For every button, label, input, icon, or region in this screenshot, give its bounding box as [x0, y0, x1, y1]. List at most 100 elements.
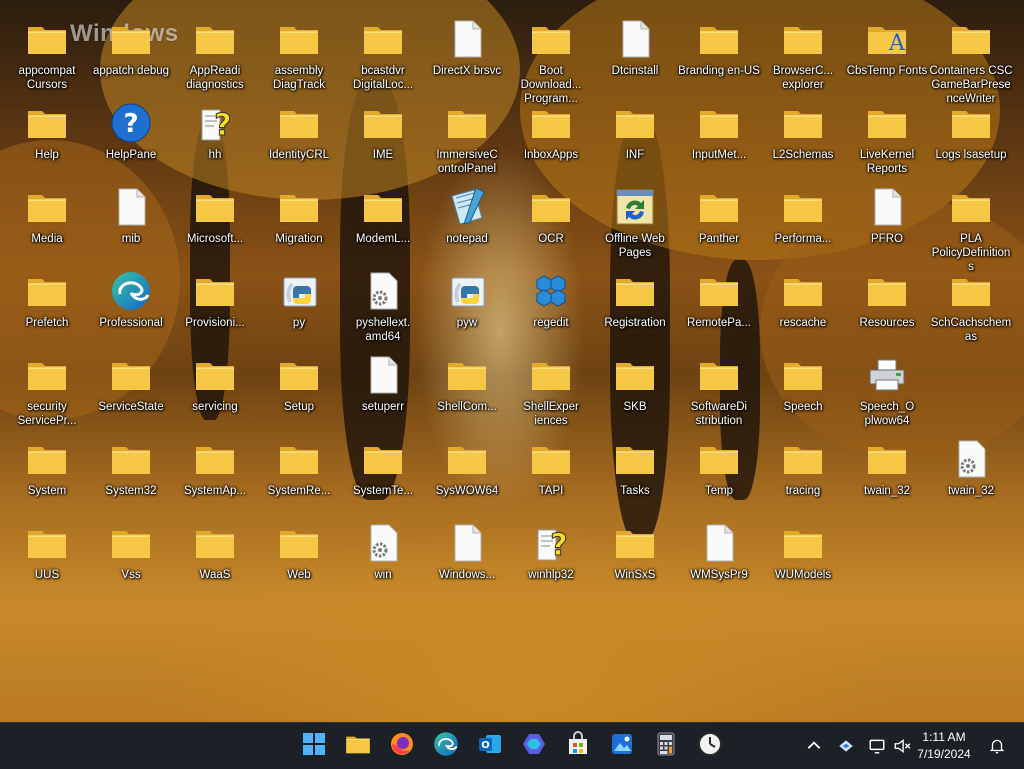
desktop-icon[interactable]: Logs lsasetup [929, 86, 1013, 170]
desktop-icon[interactable]: ServiceState [89, 338, 173, 422]
desktop-icon[interactable]: InboxApps [509, 86, 593, 170]
desktop-icon[interactable]: ? hh [173, 86, 257, 170]
desktop-icon[interactable]: Panther [677, 170, 761, 254]
desktop-icon[interactable]: PLA PolicyDefinitions [929, 170, 1013, 273]
desktop-icon[interactable]: Microsoft... [173, 170, 257, 254]
start-button-taskbar-button[interactable] [298, 730, 330, 762]
desktop-icon[interactable]: Migration [257, 170, 341, 254]
desktop-icon[interactable]: TAPI [509, 422, 593, 506]
desktop-icon[interactable]: Provisioni... [173, 254, 257, 338]
desktop-icon[interactable]: SoftwareDi stribution [677, 338, 761, 427]
desktop-icon[interactable]: L2Schemas [761, 86, 845, 170]
desktop-icon[interactable]: setuperr [341, 338, 425, 422]
outlook-taskbar-button[interactable]: O [474, 730, 506, 762]
desktop-icon[interactable]: UUS [5, 506, 89, 590]
desktop-icon[interactable]: WMSysPr9 [677, 506, 761, 590]
firefox-taskbar-button[interactable] [386, 730, 418, 762]
desktop-icon[interactable]: ShellExper iences [509, 338, 593, 427]
notification-bell-icon[interactable] [986, 734, 1008, 758]
copilot-taskbar-button[interactable] [518, 730, 550, 762]
desktop-icon[interactable]: appatch debug [89, 2, 173, 86]
desktop-icon[interactable]: OCR [509, 170, 593, 254]
desktop-icon[interactable]: Setup [257, 338, 341, 422]
desktop-icon[interactable]: Speech_O plwow64 [845, 338, 929, 427]
desktop-icon[interactable]: assembly DiagTrack [257, 2, 341, 91]
desktop-icon[interactable]: pyw [425, 254, 509, 338]
photos-taskbar-button[interactable] [606, 730, 638, 762]
desktop-icon[interactable]: Offline Web Pages [593, 170, 677, 259]
desktop-icon[interactable]: ? winhlp32 [509, 506, 593, 590]
desktop-icon[interactable]: security ServicePr... [5, 338, 89, 427]
clock-app-taskbar-button[interactable] [694, 730, 726, 762]
desktop-icon[interactable]: Web [257, 506, 341, 590]
desktop-icon[interactable]: AppReadi diagnostics [173, 2, 257, 91]
desktop-icon[interactable]: IdentityCRL [257, 86, 341, 170]
desktop-icon[interactable]: ? HelpPane [89, 86, 173, 170]
desktop-icon[interactable]: WUModels [761, 506, 845, 590]
desktop-icon[interactable]: System32 [89, 422, 173, 506]
desktop-icon[interactable]: Dtcinstall [593, 2, 677, 86]
edge-taskbar-button[interactable] [430, 730, 462, 762]
desktop-icon[interactable]: IME [341, 86, 425, 170]
desktop-icon[interactable]: System [5, 422, 89, 506]
desktop-icon[interactable]: RemotePa... [677, 254, 761, 338]
desktop-icon[interactable]: servicing [173, 338, 257, 422]
desktop-icon[interactable]: rescache [761, 254, 845, 338]
taskbar-clock[interactable]: 1:11 AM 7/19/2024 [904, 729, 984, 763]
desktop[interactable]: Windows appcompat Cursorsappatch debugAp… [0, 0, 1024, 722]
desktop-icon[interactable]: win [341, 506, 425, 590]
file-explorer-taskbar-button[interactable] [342, 730, 374, 762]
desktop-icon[interactable]: ImmersiveC ontrolPanel [425, 86, 509, 175]
desktop-icon[interactable]: LiveKernel Reports [845, 86, 929, 175]
desktop-icon[interactable]: Prefetch [5, 254, 89, 338]
desktop-icon[interactable]: WinSxS [593, 506, 677, 590]
desktop-icon[interactable]: Professional [89, 254, 173, 338]
desktop-icon[interactable]: SKB [593, 338, 677, 422]
desktop-icon[interactable]: WaaS [173, 506, 257, 590]
desktop-icon[interactable]: BrowserC... explorer [761, 2, 845, 91]
desktop-icon[interactable]: PFRO [845, 170, 929, 254]
desktop-icon[interactable]: Performa... [761, 170, 845, 254]
desktop-icon[interactable]: Resources [845, 254, 929, 338]
desktop-icon[interactable]: InputMet... [677, 86, 761, 170]
desktop-icon[interactable]: SystemRe... [257, 422, 341, 506]
desktop-icon[interactable]: mib [89, 170, 173, 254]
desktop-icon[interactable]: appcompat Cursors [5, 2, 89, 91]
desktop-icon-label: Speech [783, 401, 823, 413]
show-hidden-icons-chevron-up-icon[interactable] [803, 734, 825, 758]
desktop-icon[interactable]: notepad [425, 170, 509, 254]
desktop-icon[interactable]: regedit [509, 254, 593, 338]
network-monitor-icon[interactable] [866, 734, 888, 758]
desktop-icon[interactable]: ModemL... [341, 170, 425, 254]
desktop-icon[interactable]: Boot Download... Program... [509, 2, 593, 105]
file-icon [110, 186, 152, 228]
desktop-icon[interactable]: SysWOW64 [425, 422, 509, 506]
desktop-icon[interactable]: SystemAp... [173, 422, 257, 506]
desktop-icon[interactable]: Speech [761, 338, 845, 422]
desktop-icon[interactable]: twain_32 [929, 422, 1013, 506]
desktop-icon[interactable]: Containers CSC GameBarPresenceWriter [929, 2, 1013, 105]
microsoft-store-taskbar-button[interactable] [562, 730, 594, 762]
desktop-icon[interactable]: tracing [761, 422, 845, 506]
desktop-icon[interactable]: pyshellext. amd64 [341, 254, 425, 343]
desktop-icon[interactable]: INF [593, 86, 677, 170]
desktop-icon[interactable]: py [257, 254, 341, 338]
desktop-icon[interactable]: Help [5, 86, 89, 170]
desktop-icon[interactable]: twain_32 [845, 422, 929, 506]
calculator-taskbar-button[interactable] [650, 730, 682, 762]
desktop-icon[interactable]: bcastdvr DigitalLoc... [341, 2, 425, 91]
desktop-icon[interactable]: Registration [593, 254, 677, 338]
desktop-icon[interactable]: Branding en-US [677, 2, 761, 86]
desktop-icon[interactable]: SystemTe... [341, 422, 425, 506]
desktop-icon[interactable]: ShellCom... [425, 338, 509, 422]
security-tray-icon[interactable] [835, 734, 857, 758]
desktop-icon[interactable]: A CbsTemp Fonts [845, 2, 929, 86]
desktop-icon[interactable]: Media [5, 170, 89, 254]
desktop-icon[interactable]: DirectX brsvc [425, 2, 509, 86]
desktop-icon[interactable]: Tasks [593, 422, 677, 506]
desktop-icon[interactable]: Windows... [425, 506, 509, 590]
desktop-icon[interactable]: Temp [677, 422, 761, 506]
folder-icon [110, 354, 152, 396]
desktop-icon[interactable]: SchCachschemas [929, 254, 1013, 343]
desktop-icon[interactable]: Vss [89, 506, 173, 590]
